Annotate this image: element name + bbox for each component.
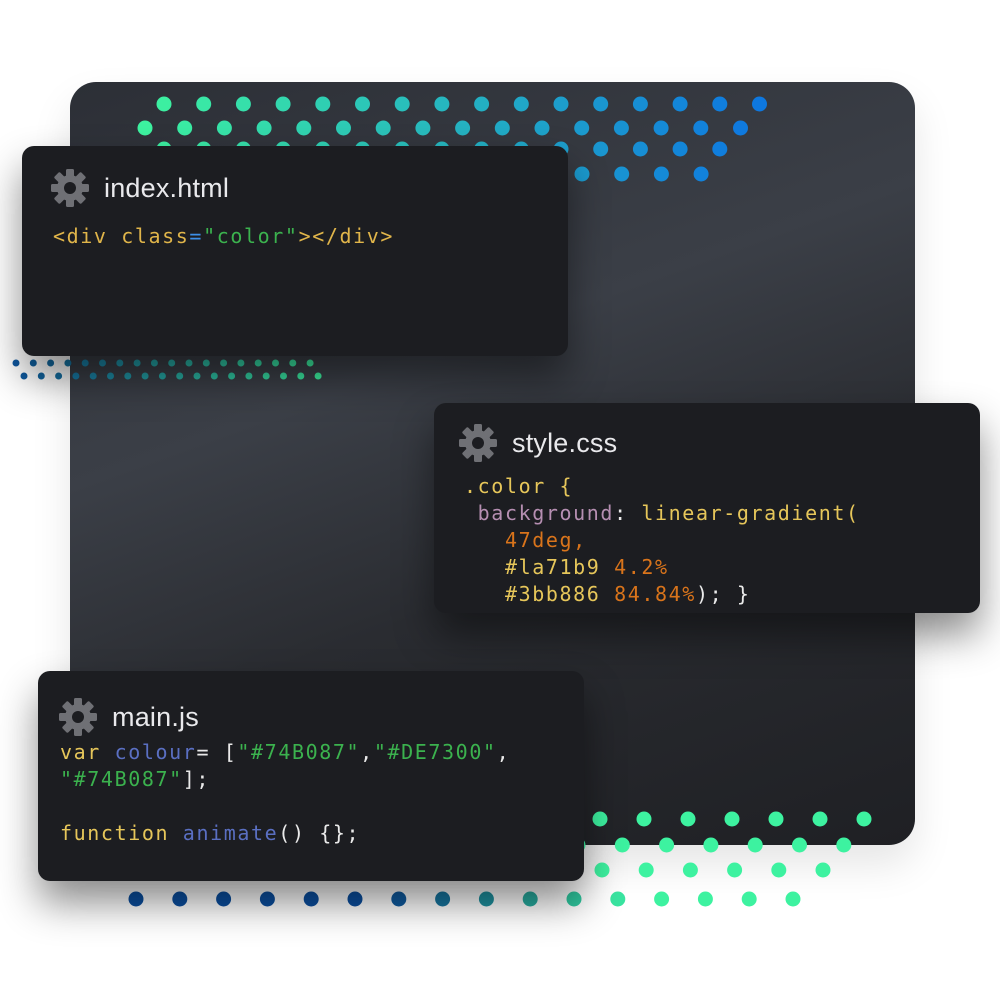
html-open-tag: <div class [53, 224, 190, 248]
decorative-dot [128, 891, 144, 907]
js-comma-1: , [360, 740, 374, 764]
illustration-stage: index.html <div class="color"></div> sty… [0, 0, 1000, 1000]
decorative-dot [522, 891, 538, 907]
css-end: ); } [695, 582, 751, 606]
js-code-card: main.js var colour= ["#74B087","#DE7300"… [38, 671, 584, 881]
js-array-item-2: "#DE7300" [373, 740, 497, 764]
js-assign: = [ [196, 740, 238, 764]
html-filename: index.html [104, 172, 230, 203]
decorative-dot [172, 891, 188, 907]
decorative-dot [391, 891, 407, 907]
css-color-1: #la71b9 [504, 555, 601, 579]
css-stop-2: 84.84% [614, 582, 696, 606]
css-code-block: .color { background: linear-gradient( 47… [464, 473, 860, 608]
js-var-keyword: var [60, 740, 101, 764]
decorative-dot [216, 891, 232, 907]
js-code-block: var colour= ["#74B087","#DE7300", "#74B0… [60, 739, 510, 847]
decorative-dot [20, 372, 28, 380]
decorative-dot [478, 891, 494, 907]
css-color-2: #3bb886 [504, 582, 601, 606]
css-property: background [477, 501, 615, 525]
decorative-dot [259, 891, 275, 907]
js-var-name: colour [114, 740, 197, 764]
decorative-dot [741, 891, 757, 907]
html-attr-value: "color" [203, 224, 299, 248]
decorative-dot [303, 891, 319, 907]
css-stop-1: 4.2% [614, 555, 669, 579]
css-colon: : [614, 501, 642, 525]
css-angle: 47deg, [504, 528, 587, 552]
css-selector: .color { [464, 474, 574, 498]
js-comma-2: , [496, 740, 511, 764]
js-function-rest: () {}; [278, 821, 361, 845]
js-filename: main.js [112, 701, 199, 732]
decorative-dot [771, 862, 787, 878]
js-function-name: animate [182, 821, 279, 845]
decorative-dot [37, 372, 45, 380]
css-card-header: style.css [458, 423, 617, 463]
decorative-dot [654, 891, 670, 907]
decorative-dot [815, 862, 831, 878]
css-filename: style.css [512, 427, 618, 458]
decorative-dot [638, 862, 654, 878]
js-array-item-3: "#74B087" [60, 767, 183, 791]
decorative-dot [12, 359, 20, 367]
decorative-dot [47, 359, 55, 367]
css-code-card: style.css .color { background: linear-gr… [434, 403, 980, 613]
html-close-tag: ></div> [298, 224, 395, 248]
html-card-header: index.html [50, 168, 229, 208]
js-array-item-1: "#74B087" [237, 740, 361, 764]
decorative-dot [435, 891, 451, 907]
decorative-dot [29, 359, 37, 367]
decorative-dot [697, 891, 713, 907]
decorative-dot [610, 891, 626, 907]
gear-icon [51, 169, 89, 207]
decorative-dot [785, 891, 801, 907]
gear-icon [59, 698, 97, 736]
css-function: linear-gradient( [641, 501, 860, 525]
decorative-dot [347, 891, 363, 907]
decorative-dot [727, 862, 743, 878]
html-code-block: <div class="color"></div> [53, 223, 394, 250]
html-code-card: index.html <div class="color"></div> [22, 146, 568, 356]
decorative-dot [682, 862, 698, 878]
gear-icon [459, 424, 497, 462]
decorative-dot [566, 891, 582, 907]
js-function-keyword: function [60, 821, 170, 845]
js-array-end: ]; [182, 767, 211, 791]
decorative-dot [594, 862, 610, 878]
decorative-dot [55, 372, 63, 380]
html-equals: = [189, 224, 204, 248]
js-card-header: main.js [58, 697, 199, 737]
